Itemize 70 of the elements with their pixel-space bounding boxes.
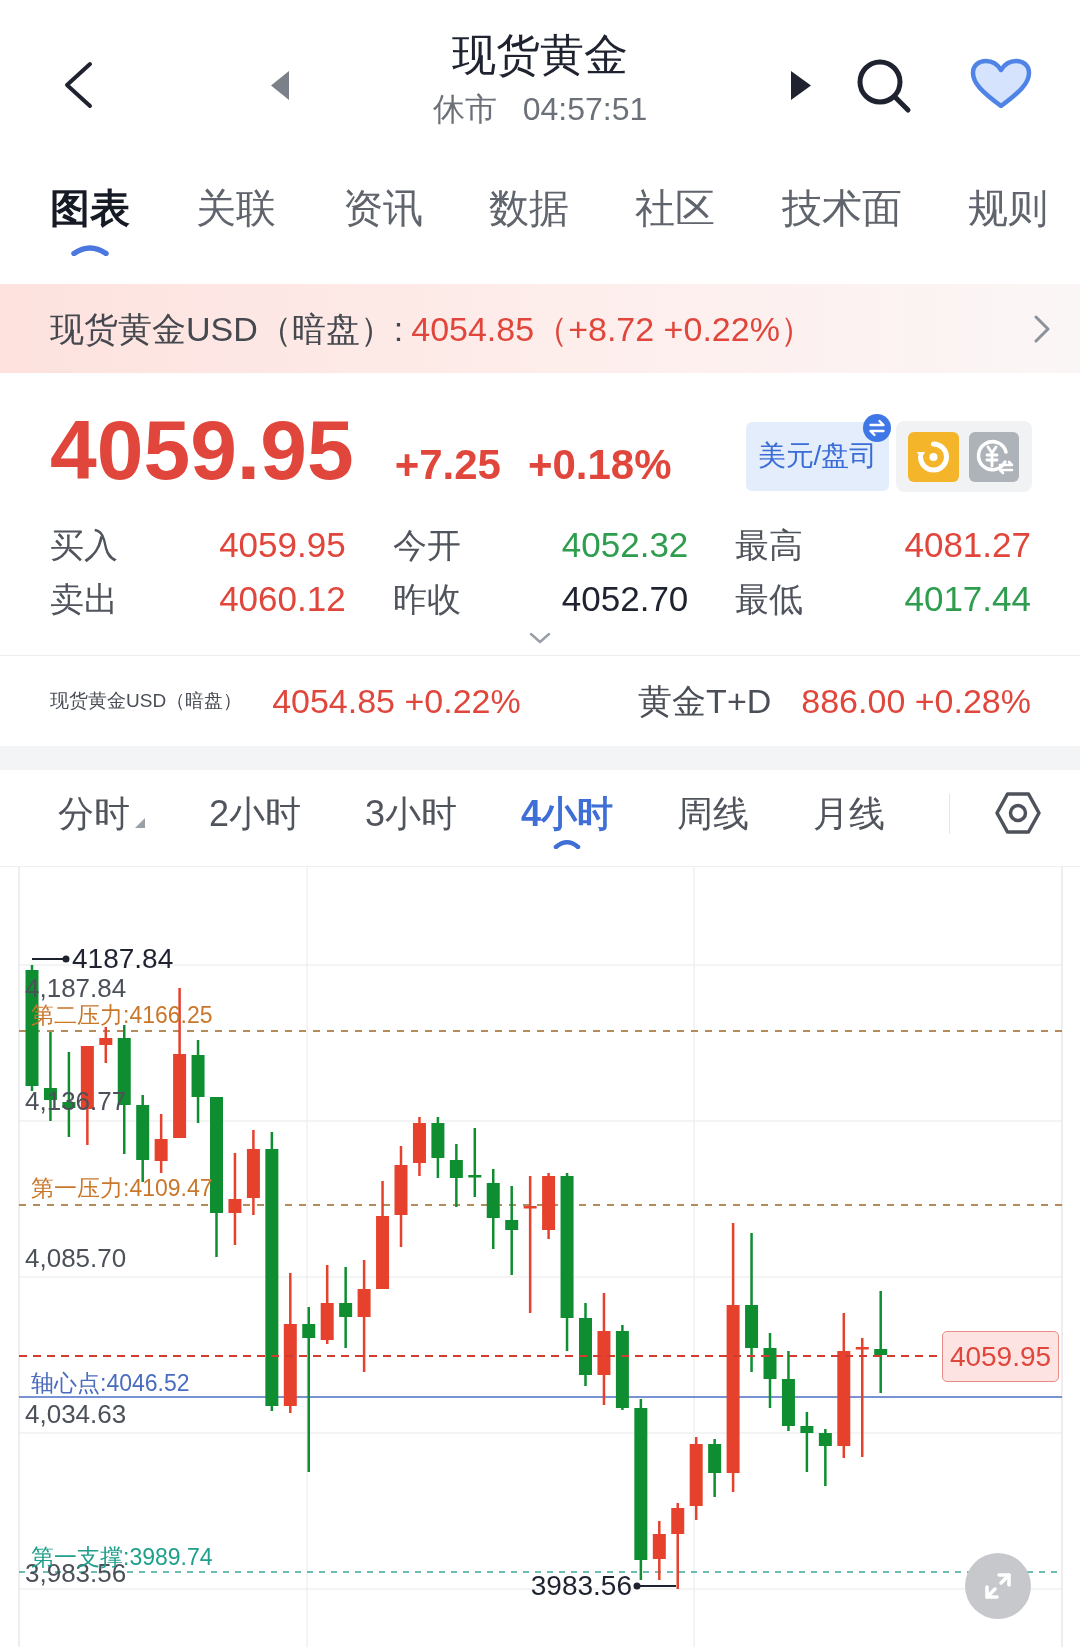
tab[interactable]: 技术面 [781, 184, 902, 232]
candlestick [412, 1117, 426, 1176]
candlestick [818, 1429, 832, 1486]
candlestick [99, 1027, 113, 1063]
stat-label: 昨收 [392, 579, 461, 620]
stat-value: 4017.44 [904, 578, 1031, 620]
back-icon[interactable] [62, 61, 94, 109]
clock-time: 04:57:51 [522, 90, 648, 129]
leader-line [633, 1582, 677, 1590]
high-price-label: 4187.84 [72, 942, 174, 976]
tab[interactable]: 资讯 [342, 184, 423, 232]
banner-value: 4054.85（+8.72 +0.22%） [411, 308, 814, 350]
candlestick [154, 1114, 168, 1173]
stat-value: 4052.70 [561, 578, 689, 620]
period-tab[interactable]: 2小时 [209, 792, 302, 836]
stat-label: 今开 [392, 525, 461, 566]
period-tab[interactable]: 3小时 [365, 792, 458, 836]
candlestick [708, 1439, 722, 1497]
tab[interactable]: 数据 [489, 184, 569, 232]
selection-caret-icon [70, 245, 110, 256]
period-tab[interactable]: 月线 [813, 792, 886, 836]
search-icon[interactable] [856, 58, 912, 114]
tab[interactable]: 规则 [967, 184, 1048, 232]
triangle-left-icon[interactable] [271, 71, 289, 100]
candlestick [431, 1117, 445, 1178]
period-tab[interactable]: 周线 [677, 792, 750, 836]
chevron-right-icon [1034, 314, 1050, 343]
stat-value: 4059.95 [219, 524, 346, 566]
candlestick [800, 1412, 814, 1472]
instrument-name: 现货黄金USD（暗盘） [50, 689, 243, 713]
stat-value: 4081.27 [904, 524, 1031, 566]
instrument-quote: 886.00 +0.28% [801, 681, 1031, 722]
instrument-quote: 4054.85 +0.22% [272, 681, 521, 722]
stat-label: 卖出 [50, 579, 118, 620]
triangle-right-icon[interactable] [791, 71, 811, 100]
pivot-label: 轴心点:4046.52 [31, 1370, 190, 1398]
banner-label: 现货黄金USD（暗盘）: [50, 308, 404, 350]
currency-toggle[interactable]: 美元/盘司 [746, 421, 889, 491]
y-axis-label: 4,034.63 [25, 1399, 127, 1431]
candlestick [449, 1144, 463, 1207]
market-status: 休市 [432, 90, 497, 129]
percent-change: +0.18% [527, 441, 672, 489]
y-axis-label: 4,085.70 [25, 1243, 127, 1275]
low-price-label: 3983.56 [530, 1569, 632, 1603]
stat-value: 4060.12 [219, 578, 346, 620]
period-tab[interactable]: 4小时 [521, 792, 614, 849]
stat-value: 4052.32 [561, 524, 689, 566]
candlestick [652, 1521, 666, 1580]
tab[interactable]: 关联 [196, 184, 277, 232]
tab[interactable]: 图表 [50, 184, 130, 256]
instrument-name: 黄金T+D [638, 681, 772, 722]
candlestick [542, 1173, 556, 1239]
swap-icon [863, 413, 891, 442]
period-tab[interactable]: 分时 [58, 792, 145, 836]
page-title: 现货黄金 [452, 29, 628, 81]
selection-caret-icon [553, 839, 582, 849]
price-tag: 4059.95 [942, 1331, 1059, 1382]
currency-exchange-icon[interactable] [969, 431, 1019, 482]
quote-banner[interactable]: 现货黄金USD（暗盘）: 4054.85（+8.72 +0.22%） [0, 284, 1080, 373]
heart-icon[interactable] [970, 58, 1032, 110]
leader-line [31, 955, 70, 963]
candlestick [468, 1128, 482, 1197]
price-change: +7.25 [394, 441, 501, 489]
stat-label: 买入 [50, 525, 118, 566]
settings-icon[interactable] [995, 792, 1042, 834]
stat-label: 最高 [735, 525, 804, 566]
tab[interactable]: 社区 [635, 184, 716, 232]
current-price: 4059.95 [50, 408, 354, 492]
stat-label: 最低 [735, 579, 804, 620]
chevron-down-icon[interactable] [529, 632, 551, 644]
